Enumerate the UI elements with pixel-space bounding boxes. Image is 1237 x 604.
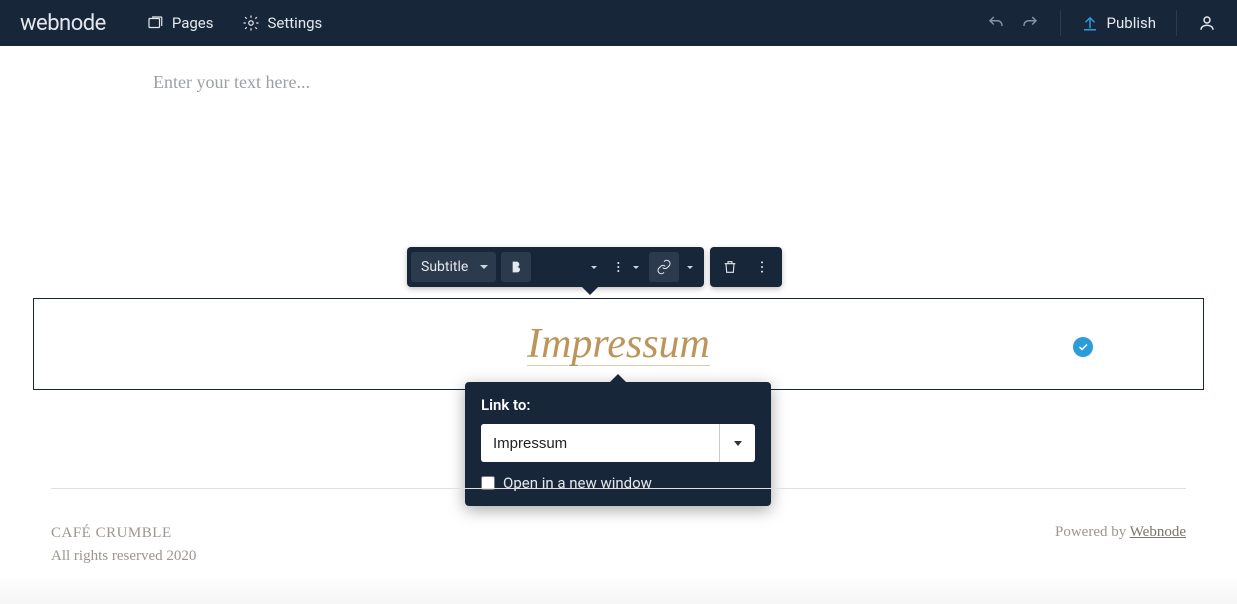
text-editor-toolbar: Subtitle	[407, 247, 782, 287]
bottom-shadow	[0, 574, 1237, 604]
open-new-window-row[interactable]: Open in a new window	[481, 474, 755, 492]
italic-button[interactable]	[533, 252, 563, 282]
link-input[interactable]	[481, 424, 719, 462]
check-icon	[1077, 341, 1089, 353]
powered-by-link[interactable]: Webnode	[1130, 524, 1186, 540]
confirm-button[interactable]	[1073, 337, 1093, 357]
logo[interactable]: webnode	[20, 11, 106, 36]
toolbar-group-main: Subtitle	[407, 247, 704, 287]
redo-icon	[1021, 14, 1039, 32]
settings-button[interactable]: Settings	[242, 14, 323, 32]
link-label: Link to:	[481, 396, 755, 414]
footer-right: Powered by Webnode	[1055, 524, 1186, 541]
footer-rights: All rights reserved 2020	[51, 545, 196, 568]
divider	[1176, 10, 1177, 36]
pages-icon	[146, 14, 164, 32]
pages-label: Pages	[172, 14, 214, 32]
align-icon	[573, 259, 589, 275]
bold-button[interactable]	[501, 252, 531, 282]
publish-button[interactable]: Publish	[1081, 14, 1156, 32]
toolbar-pointer	[582, 287, 598, 295]
list-dropdown[interactable]	[606, 252, 648, 282]
link-icon	[656, 259, 672, 275]
link-button[interactable]	[649, 252, 679, 282]
upload-icon	[1081, 14, 1099, 32]
powered-by-prefix: Powered by	[1055, 524, 1130, 540]
list-icon	[615, 259, 631, 275]
redo-button[interactable]	[1020, 13, 1040, 33]
undo-icon	[987, 14, 1005, 32]
link-dropdown-button[interactable]	[719, 424, 755, 462]
more-button[interactable]	[747, 252, 777, 282]
footer-left: CAFÉ CRUMBLE All rights reserved 2020	[51, 522, 196, 567]
open-new-window-label: Open in a new window	[503, 474, 652, 492]
trash-icon	[722, 259, 738, 275]
top-navigation: webnode Pages Settings Publish	[0, 0, 1237, 46]
align-dropdown[interactable]	[564, 252, 606, 282]
gear-icon	[242, 14, 260, 32]
settings-label: Settings	[268, 14, 323, 32]
divider	[1060, 10, 1061, 36]
link-options-dropdown[interactable]	[680, 252, 700, 282]
style-select-value: Subtitle	[421, 259, 468, 275]
bold-icon	[508, 259, 524, 275]
style-select[interactable]: Subtitle	[411, 252, 496, 282]
italic-icon	[540, 259, 556, 275]
user-icon	[1198, 14, 1216, 32]
text-placeholder[interactable]: Enter your text here...	[153, 72, 310, 93]
footer-divider	[51, 488, 1186, 489]
delete-button[interactable]	[715, 252, 745, 282]
link-input-wrap	[481, 424, 755, 462]
publish-label: Publish	[1107, 14, 1156, 32]
title-text[interactable]: Impressum	[527, 320, 710, 368]
pages-button[interactable]: Pages	[146, 14, 214, 32]
more-vertical-icon	[754, 259, 770, 275]
footer-brand: CAFÉ CRUMBLE	[51, 522, 196, 545]
toolbar-group-actions	[710, 247, 782, 287]
user-menu-button[interactable]	[1197, 13, 1217, 33]
undo-button[interactable]	[986, 13, 1006, 33]
